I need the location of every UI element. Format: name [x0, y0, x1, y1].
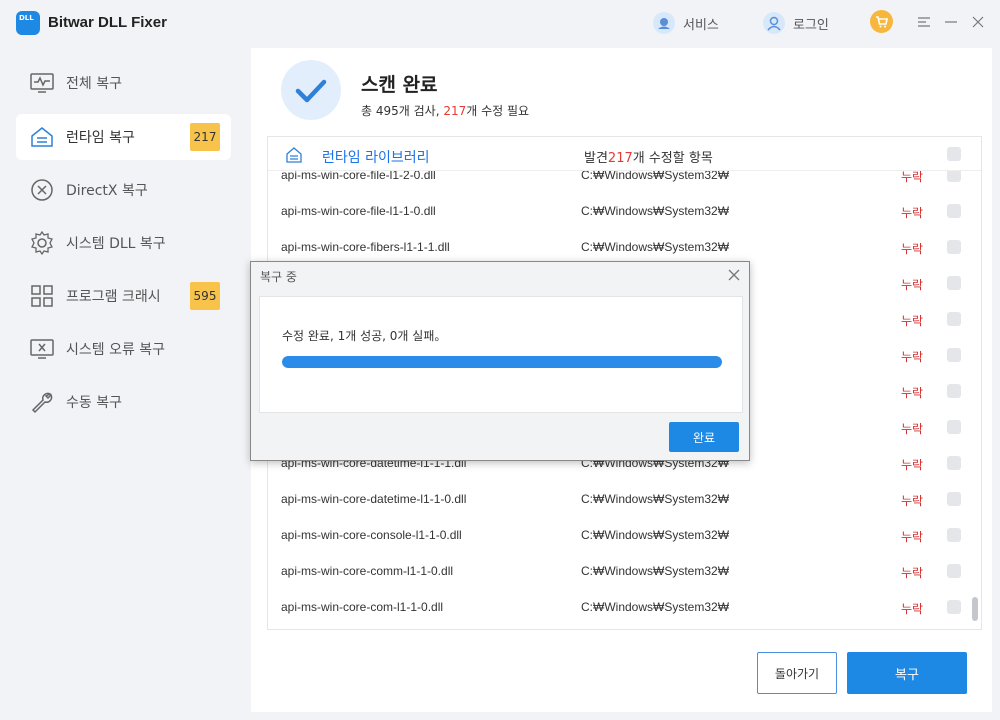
close-circle-icon [29, 177, 55, 203]
back-button[interactable]: 돌아가기 [757, 652, 837, 694]
row-checkbox[interactable] [947, 348, 961, 362]
runtime-library-icon [29, 124, 55, 150]
select-all-checkbox[interactable] [947, 147, 961, 161]
scan-title: 스캔 완료 [361, 74, 438, 96]
found-count: 발견217개 수정할 항목 [584, 151, 713, 166]
close-icon[interactable] [726, 267, 742, 283]
login-label: 로그인 [793, 17, 829, 33]
close-icon[interactable] [970, 14, 986, 30]
sidebar: 전체 복구 런타임 복구 217 DirectX 복구 시스템 DLL 복구 프… [0, 48, 250, 720]
row-checkbox[interactable] [947, 492, 961, 506]
sidebar-item-directx-repair[interactable]: DirectX 복구 [16, 167, 231, 213]
row-checkbox[interactable] [947, 276, 961, 290]
sidebar-item-label: 전체 복구 [66, 76, 122, 92]
sidebar-item-label: DirectX 복구 [66, 183, 148, 199]
sidebar-item-program-crash[interactable]: 프로그램 크래시 595 [16, 273, 231, 319]
sidebar-item-label: 시스템 DLL 복구 [66, 236, 166, 252]
table-row: api-ms-win-core-datetime-l1-1-0.dll C:₩Wi… [268, 482, 981, 518]
row-checkbox[interactable] [947, 420, 961, 434]
scrollbar[interactable] [972, 597, 978, 621]
sidebar-item-label: 프로그램 크래시 [66, 289, 161, 305]
sidebar-item-system-dll-repair[interactable]: 시스템 DLL 복구 [16, 220, 231, 266]
checkmark-icon [281, 60, 341, 120]
row-checkbox[interactable] [947, 312, 961, 326]
sidebar-item-label: 수동 복구 [66, 395, 122, 411]
dialog-title: 복구 중 [260, 270, 297, 284]
progress-fill [282, 356, 722, 368]
row-checkbox[interactable] [947, 240, 961, 254]
title-bar: DLL Bitwar DLL Fixer 서비스 로그인 [0, 0, 1000, 48]
count-badge: 217 [190, 123, 220, 151]
category-name: 런타임 라이브러리 [322, 150, 430, 166]
done-button[interactable]: 완료 [669, 422, 739, 452]
sidebar-item-label: 시스템 오류 복구 [66, 342, 166, 358]
wrench-icon [29, 389, 55, 415]
list-header: 런타임 라이브러리 발견217개 수정할 항목 [268, 137, 981, 171]
repair-progress-dialog: 복구 중 수정 완료, 1개 성공, 0개 실패。 완료 [250, 261, 750, 461]
sidebar-item-full-repair[interactable]: 전체 복구 [16, 60, 231, 106]
row-checkbox[interactable] [947, 564, 961, 578]
dialog-message: 수정 완료, 1개 성공, 0개 실패。 [282, 329, 447, 343]
row-checkbox[interactable] [947, 600, 961, 614]
monitor-x-icon [29, 336, 55, 362]
app-logo-icon: DLL [16, 11, 40, 35]
sidebar-item-manual-repair[interactable]: 수동 복구 [16, 379, 231, 425]
sidebar-item-runtime-repair[interactable]: 런타임 복구 217 [16, 114, 231, 160]
app-title: Bitwar DLL Fixer [48, 14, 167, 31]
row-checkbox[interactable] [947, 384, 961, 398]
row-checkbox[interactable] [947, 456, 961, 470]
table-row: api-ms-win-core-console-l1-1-0.dll C:₩Win… [268, 518, 981, 554]
login-button[interactable]: 로그인 [763, 12, 829, 34]
headset-icon [653, 12, 675, 34]
sidebar-item-label: 런타임 복구 [66, 130, 135, 146]
scan-summary: 총 495개 검사, 217개 수정 필요 [361, 104, 530, 118]
progress-bar [282, 356, 722, 368]
dialog-body: 수정 완료, 1개 성공, 0개 실패。 [259, 296, 743, 413]
table-row: api-ms-win-core-comm-l1-1-0.dll C:₩Window… [268, 554, 981, 590]
sidebar-item-system-error-repair[interactable]: 시스템 오류 복구 [16, 326, 231, 372]
table-row: api-ms-win-core-file-l1-1-0.dll C:₩Window… [268, 194, 981, 230]
service-button[interactable]: 서비스 [653, 12, 719, 34]
row-checkbox[interactable] [947, 204, 961, 218]
table-row: api-ms-win-core-com-l1-1-0.dll C:₩Windows… [268, 590, 981, 626]
pulse-monitor-icon [29, 70, 55, 96]
repair-button[interactable]: 복구 [847, 652, 967, 694]
count-badge: 595 [190, 282, 220, 310]
service-label: 서비스 [683, 17, 719, 33]
cart-icon[interactable] [870, 10, 893, 33]
runtime-library-icon [285, 146, 303, 164]
grid-icon [29, 283, 55, 309]
row-checkbox[interactable] [947, 528, 961, 542]
user-icon [763, 12, 785, 34]
minimize-icon[interactable] [943, 14, 959, 30]
gear-icon [29, 230, 55, 256]
menu-icon[interactable] [916, 14, 932, 30]
